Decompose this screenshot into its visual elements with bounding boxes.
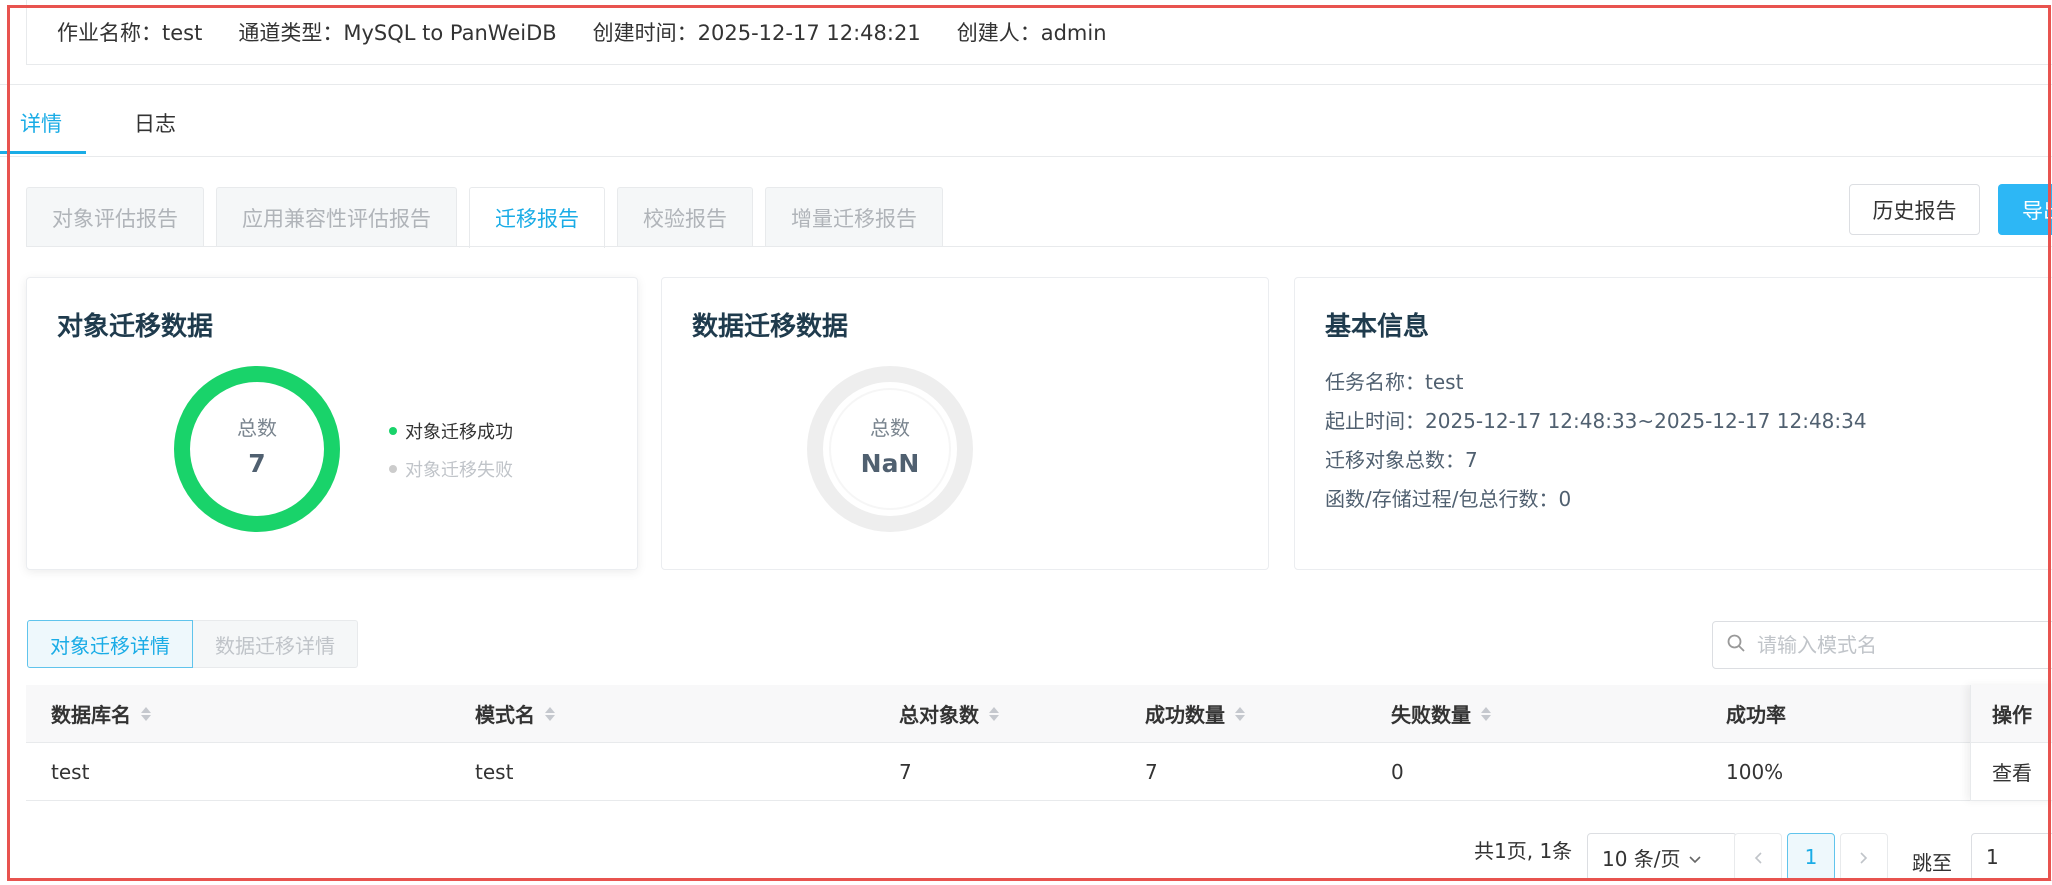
- report-tabs: 对象评估报告 应用兼容性评估报告 迁移报告 校验报告 增量迁移报告: [26, 187, 943, 248]
- tab-data-migration-details[interactable]: 数据迁移详情: [193, 620, 358, 668]
- donut-center: 总数 NaN: [805, 412, 975, 478]
- tab-app-compat-report[interactable]: 应用兼容性评估报告: [216, 187, 457, 247]
- object-donut-chart: 总数 7: [172, 364, 342, 534]
- header-label: 数据库名: [51, 703, 131, 727]
- tab-incremental-migration-report[interactable]: 增量迁移报告: [765, 187, 943, 247]
- jump-label: 跳至: [1912, 851, 1952, 875]
- object-migration-card: 对象迁移数据 总数 7 对象迁移成功 对象迁移失败: [26, 277, 638, 570]
- legend-item-failed[interactable]: 对象迁移失败: [389, 456, 513, 482]
- jump-page-input[interactable]: 1: [1971, 833, 2052, 881]
- channel-type: 通道类型：MySQL to PanWeiDB: [238, 21, 557, 45]
- basic-info-list: 任务名称：test 起止时间：2025-12-17 12:48:33~2025-…: [1325, 363, 1867, 519]
- cell-success-count: 7: [1145, 759, 1158, 784]
- search-input[interactable]: [1757, 633, 2037, 657]
- header-label: 成功率: [1726, 703, 1786, 727]
- cell-database: test: [51, 759, 90, 784]
- tab-migration-report[interactable]: 迁移报告: [469, 187, 605, 248]
- next-page-button[interactable]: [1840, 833, 1888, 881]
- schema-search-box: [1712, 621, 2052, 669]
- divider: [0, 156, 2052, 157]
- donut-center: 总数 7: [172, 412, 342, 478]
- tab-object-assessment-report[interactable]: 对象评估报告: [26, 187, 204, 247]
- basic-info-card: 基本信息 任务名称：test 起止时间：2025-12-17 12:48:33~…: [1294, 277, 2052, 570]
- job-name: 作业名称：test: [57, 21, 203, 45]
- header-database[interactable]: 数据库名: [26, 699, 450, 728]
- header-total-objects[interactable]: 总对象数: [874, 699, 1120, 728]
- header-label: 总对象数: [899, 703, 979, 727]
- job-info-bar: 作业名称：test 通道类型：MySQL to PanWeiDB 创建时间：20…: [26, 0, 2052, 65]
- fixed-column-shadow: [1970, 685, 2052, 801]
- tabs-underline: [26, 246, 2052, 247]
- chevron-down-icon: [1688, 845, 1701, 869]
- header-failed-count[interactable]: 失败数量: [1366, 699, 1701, 728]
- tab-logs[interactable]: 日志: [86, 86, 200, 154]
- cell-success-rate: 100%: [1726, 759, 1784, 784]
- header-success-rate: 成功率: [1701, 699, 1970, 728]
- header-label: 成功数量: [1145, 703, 1225, 727]
- sort-icon[interactable]: [1481, 706, 1491, 721]
- search-icon: [1727, 634, 1745, 656]
- header-label: 失败数量: [1391, 703, 1471, 727]
- table-header: 数据库名 模式名 总对象数 成功数量 失败数量 成功率 操作: [26, 685, 2052, 743]
- donut-total-label: 总数: [870, 416, 910, 440]
- sort-icon[interactable]: [1235, 706, 1245, 721]
- donut-total-value: 7: [248, 449, 266, 478]
- function-rows: 函数/存储过程/包总行数：0: [1325, 487, 1572, 511]
- cell-schema: test: [475, 759, 514, 784]
- card-title: 对象迁移数据: [57, 312, 214, 342]
- table-row: test test 7 7 0 100% 查看: [26, 743, 2052, 801]
- tab-object-migration-details[interactable]: 对象迁移详情: [27, 620, 193, 668]
- history-report-button[interactable]: 历史报告: [1849, 184, 1980, 235]
- legend-label-failed: 对象迁移失败: [405, 460, 513, 481]
- sort-icon[interactable]: [989, 706, 999, 721]
- header-success-count[interactable]: 成功数量: [1120, 699, 1366, 728]
- header-schema[interactable]: 模式名: [450, 699, 874, 728]
- time-range: 起止时间：2025-12-17 12:48:33~2025-12-17 12:4…: [1325, 409, 1867, 433]
- card-title: 数据迁移数据: [692, 312, 849, 342]
- main-tabs: 详情 日志: [0, 86, 200, 156]
- prev-page-button[interactable]: [1734, 833, 1782, 881]
- cell-failed-count: 0: [1391, 759, 1404, 784]
- creator: 创建人：admin: [956, 21, 1107, 45]
- cell-total-objects: 7: [899, 759, 912, 784]
- page-size-select[interactable]: 10 条/页: [1587, 833, 1737, 881]
- divider: [0, 84, 2052, 85]
- data-donut-chart: 总数 NaN: [805, 364, 975, 534]
- export-button[interactable]: 导出: [1998, 184, 2052, 235]
- sort-icon[interactable]: [141, 706, 151, 721]
- legend-item-success[interactable]: 对象迁移成功: [389, 418, 513, 444]
- card-title: 基本信息: [1325, 312, 1430, 342]
- chevron-left-icon: [1754, 845, 1762, 869]
- migration-detail-table: 数据库名 模式名 总对象数 成功数量 失败数量 成功率 操作 test test…: [26, 685, 2052, 801]
- header-label: 模式名: [475, 703, 535, 727]
- page-button-current[interactable]: 1: [1787, 833, 1835, 881]
- object-legend: 对象迁移成功 对象迁移失败: [389, 418, 513, 494]
- task-name: 任务名称：test: [1325, 370, 1464, 394]
- tab-verification-report[interactable]: 校验报告: [617, 187, 753, 247]
- created-time: 创建时间：2025-12-17 12:48:21: [592, 21, 921, 45]
- sort-icon[interactable]: [545, 706, 555, 721]
- data-migration-card: 数据迁移数据 总数 NaN: [661, 277, 1269, 570]
- page-size-value: 10 条/页: [1602, 846, 1681, 871]
- legend-dot-success: [389, 427, 397, 435]
- pager-summary: 共1页, 1条: [1474, 839, 1573, 863]
- donut-total-label: 总数: [237, 416, 277, 440]
- chevron-right-icon: [1860, 845, 1868, 869]
- donut-total-value: NaN: [860, 449, 920, 478]
- tab-details[interactable]: 详情: [0, 86, 86, 154]
- total-objects: 迁移对象总数：7: [1325, 448, 1478, 472]
- detail-sub-tabs: 对象迁移详情 数据迁移详情: [27, 620, 358, 668]
- legend-dot-failed: [389, 465, 397, 473]
- legend-label-success: 对象迁移成功: [405, 422, 513, 443]
